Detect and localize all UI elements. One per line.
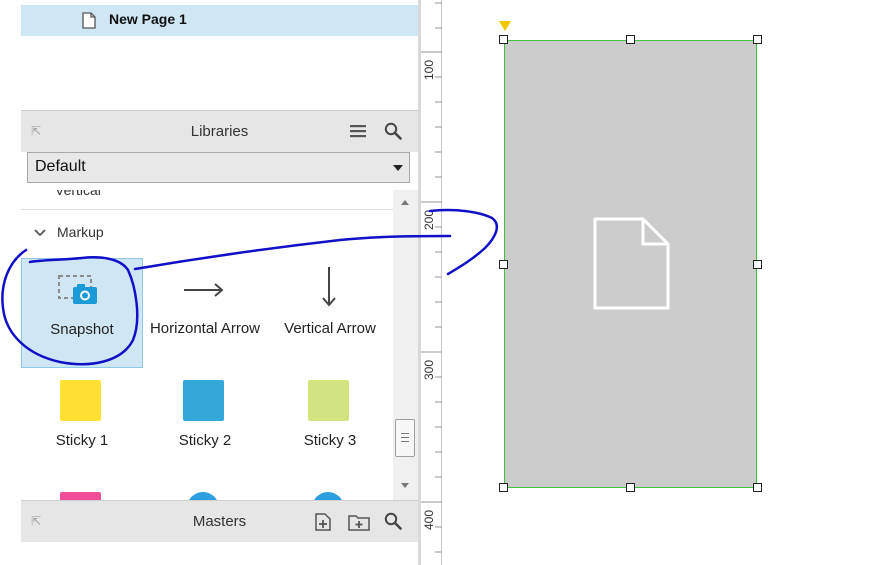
widget-label: Horizontal Arrow xyxy=(149,320,261,337)
library-content: Vertical Markup Snapshot Horizontal Arro… xyxy=(21,190,393,500)
resize-handle-top-left[interactable] xyxy=(499,35,508,44)
anchor-icon[interactable] xyxy=(499,21,511,31)
resize-handle-top-right[interactable] xyxy=(753,35,762,44)
document-icon xyxy=(593,217,671,314)
sticky-icon xyxy=(308,380,349,421)
widget-sticky-3[interactable]: Sticky 3 xyxy=(267,370,393,480)
snapshot-icon xyxy=(58,275,102,310)
section-label-markup[interactable]: Markup xyxy=(57,224,104,240)
vertical-ruler: 100 200 300 400 xyxy=(421,0,442,565)
resize-handle-bottom-left[interactable] xyxy=(499,483,508,492)
widget-sticky-2[interactable]: Sticky 2 xyxy=(143,370,267,480)
vertical-arrow-icon xyxy=(321,266,337,311)
placeholder-shape[interactable] xyxy=(504,40,757,488)
add-folder-icon[interactable] xyxy=(348,513,370,534)
widget-vertical-arrow[interactable]: Vertical Arrow xyxy=(267,258,393,368)
widget-horizontal-arrow[interactable]: Horizontal Arrow xyxy=(143,258,267,368)
horizontal-arrow-icon xyxy=(183,282,225,301)
page-icon xyxy=(82,12,96,32)
design-canvas[interactable] xyxy=(442,0,874,565)
resize-handle-right[interactable] xyxy=(753,260,762,269)
widget-label: Sticky 1 xyxy=(55,432,109,449)
widget-label: Sticky 2 xyxy=(178,432,232,449)
widget-partial-pink[interactable] xyxy=(60,492,101,500)
resize-handle-bottom-right[interactable] xyxy=(753,483,762,492)
ruler-label: 100 xyxy=(422,59,436,80)
chevron-down-icon[interactable] xyxy=(33,226,47,241)
scroll-up-icon[interactable] xyxy=(401,200,409,205)
library-scrollbar[interactable] xyxy=(393,190,418,500)
ruler-label: 200 xyxy=(422,209,436,230)
library-dropdown[interactable]: Default xyxy=(27,152,410,183)
add-master-icon[interactable] xyxy=(313,512,333,535)
sticky-icon xyxy=(183,380,224,421)
widget-partial-blue-circle[interactable] xyxy=(187,492,219,500)
page-label: New Page 1 xyxy=(109,11,187,27)
ruler-label: 400 xyxy=(422,509,436,530)
resize-handle-top[interactable] xyxy=(626,35,635,44)
scroll-thumb[interactable] xyxy=(395,419,415,457)
widget-label: Vertical Arrow xyxy=(284,320,376,337)
masters-header: ⇱ Masters xyxy=(21,500,418,542)
previous-section-label: Vertical xyxy=(55,190,101,198)
page-item[interactable]: New Page 1 xyxy=(21,5,418,36)
menu-icon[interactable] xyxy=(349,123,367,142)
widget-partial-blue-circle[interactable] xyxy=(312,492,344,500)
libraries-header: ⇱ Libraries xyxy=(21,110,418,152)
resize-handle-left[interactable] xyxy=(499,260,508,269)
widget-label: Sticky 3 xyxy=(303,432,357,449)
scroll-down-icon[interactable] xyxy=(401,483,409,488)
search-icon[interactable] xyxy=(384,512,402,533)
pages-panel: New Page 1 xyxy=(21,0,418,110)
library-dropdown-value: Default xyxy=(35,158,86,175)
resize-handle-bottom[interactable] xyxy=(626,483,635,492)
sticky-icon xyxy=(60,380,101,421)
widget-sticky-1[interactable]: Sticky 1 xyxy=(21,370,143,480)
grip-icon xyxy=(401,433,409,442)
widget-snapshot[interactable]: Snapshot xyxy=(21,258,143,368)
divider xyxy=(21,209,393,210)
chevron-down-icon xyxy=(393,165,403,171)
search-icon[interactable] xyxy=(384,122,402,143)
ruler-label: 300 xyxy=(422,359,436,380)
widget-label: Snapshot xyxy=(50,321,114,338)
